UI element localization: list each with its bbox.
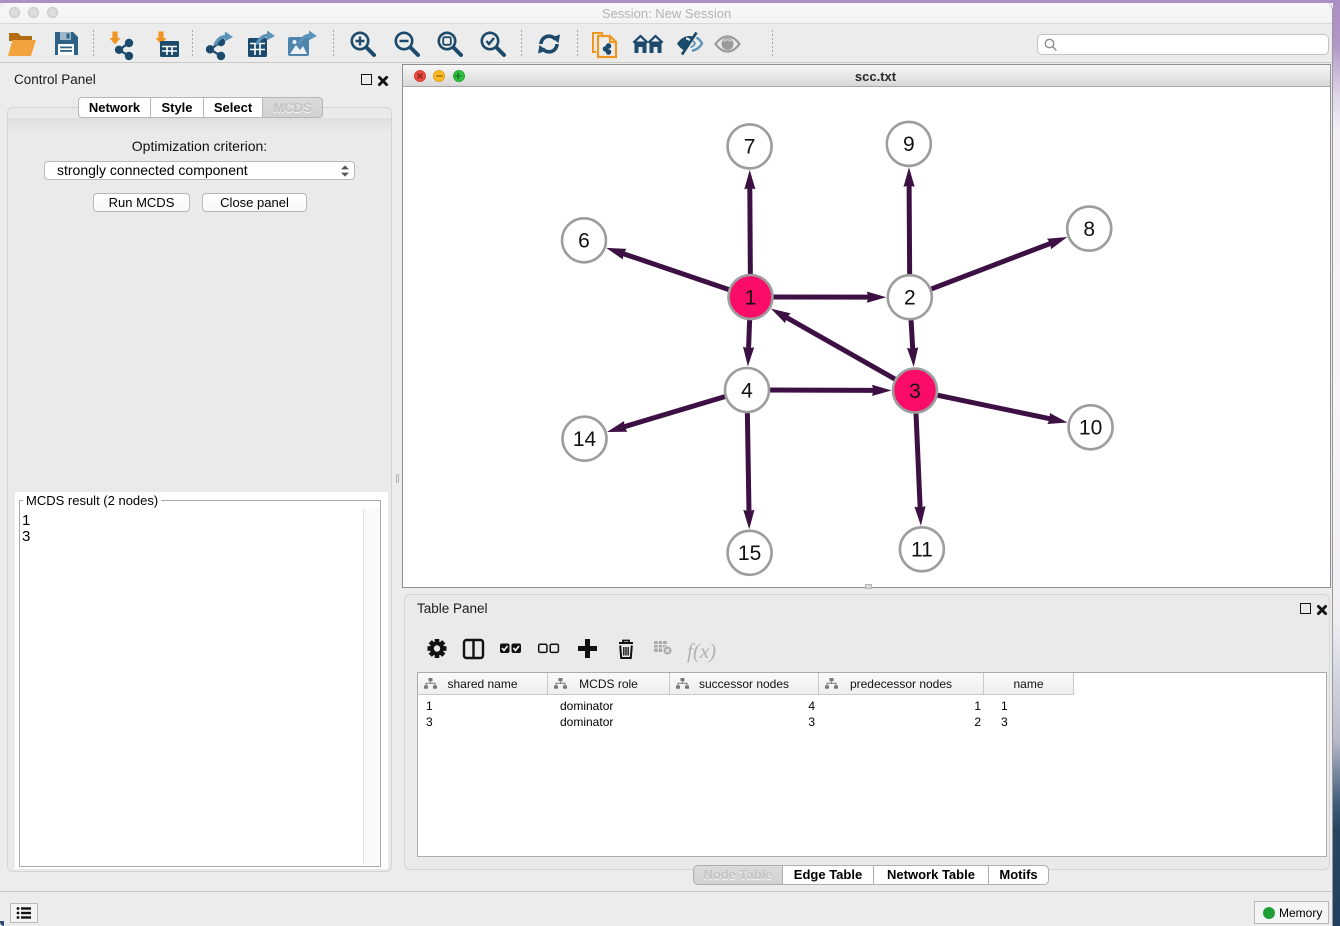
svg-text:8: 8 — [1083, 218, 1095, 241]
svg-text:7: 7 — [744, 136, 756, 159]
svg-text:14: 14 — [573, 428, 597, 451]
svg-text:f(x): f(x) — [687, 639, 716, 663]
svg-text:4: 4 — [741, 379, 753, 402]
svg-text:2: 2 — [904, 287, 916, 310]
svg-text:3: 3 — [909, 380, 921, 403]
svg-text:1: 1 — [745, 286, 757, 309]
svg-text:6: 6 — [578, 230, 590, 253]
svg-text:11: 11 — [911, 539, 933, 562]
svg-text:10: 10 — [1079, 417, 1102, 440]
svg-text:15: 15 — [738, 542, 761, 565]
svg-text:9: 9 — [903, 133, 915, 156]
